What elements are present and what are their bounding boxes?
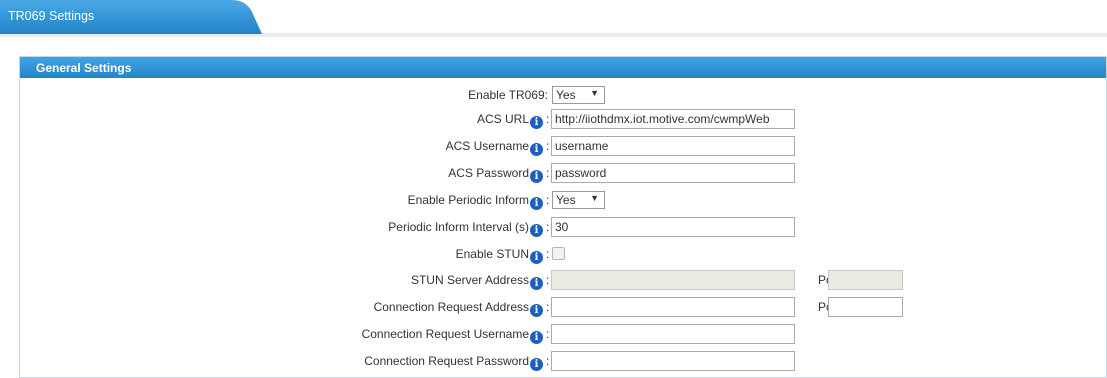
- row-connection-request-password: Connection Request Password i :: [20, 349, 1106, 375]
- row-enable-stun: Enable STUN i :: [20, 242, 1106, 268]
- connection-request-password-label: Connection Request Password i: [364, 354, 543, 371]
- enable-periodic-inform-value: Yes: [556, 193, 576, 207]
- row-enable-periodic-inform: Enable Periodic Inform i : Yes ▼: [20, 188, 1106, 214]
- connection-request-username-label: Connection Request Username i: [362, 327, 543, 344]
- info-icon[interactable]: i: [530, 251, 543, 264]
- colon: :: [546, 273, 550, 287]
- row-connection-request-username: Connection Request Username i :: [20, 322, 1106, 348]
- colon: :: [546, 247, 550, 261]
- info-icon[interactable]: i: [530, 224, 543, 237]
- enable-tr069-label: Enable TR069:: [468, 88, 548, 102]
- stun-port-input[interactable]: [828, 270, 903, 290]
- row-periodic-inform-interval: Periodic Inform Interval (s) i :: [20, 215, 1106, 241]
- stun-server-address-label-text: STUN Server Address: [410, 273, 529, 287]
- info-icon[interactable]: i: [530, 170, 543, 183]
- enable-periodic-inform-select[interactable]: Yes ▼: [552, 191, 605, 209]
- general-settings-panel: General Settings Enable TR069: Yes ▼ ACS…: [19, 56, 1107, 378]
- row-acs-password: ACS Password i :: [20, 161, 1106, 187]
- row-connection-request-address: Connection Request Addressi : Port:: [20, 295, 1106, 321]
- colon: :: [546, 354, 550, 368]
- colon: :: [546, 193, 550, 207]
- info-icon[interactable]: i: [530, 358, 543, 371]
- panel-title: General Settings: [36, 61, 132, 75]
- colon: :: [546, 139, 550, 153]
- colon: :: [546, 112, 550, 126]
- info-icon[interactable]: i: [530, 277, 543, 290]
- info-icon[interactable]: i: [530, 116, 543, 129]
- panel-header: General Settings: [20, 57, 1106, 78]
- acs-username-label: ACS Username i: [446, 139, 543, 156]
- enable-periodic-inform-label-text: Enable Periodic Inform: [407, 193, 529, 207]
- connection-request-password-label-text: Connection Request Password: [364, 354, 529, 368]
- enable-stun-label-text: Enable STUN: [455, 247, 529, 261]
- row-enable-tr069: Enable TR069: Yes ▼: [20, 83, 1106, 109]
- row-acs-url: ACS URL i :: [20, 107, 1106, 133]
- connection-request-password-input[interactable]: [551, 351, 795, 371]
- periodic-inform-interval-label: Periodic Inform Interval (s) i: [388, 220, 543, 237]
- connection-request-address-label-text: Connection Request Address: [373, 300, 529, 314]
- chevron-down-icon: ▼: [590, 88, 599, 98]
- acs-url-label-text: ACS URL: [476, 112, 529, 126]
- stun-server-address-input[interactable]: [551, 270, 795, 290]
- acs-username-label-text: ACS Username: [445, 139, 529, 153]
- colon: :: [546, 220, 550, 234]
- info-icon[interactable]: i: [530, 331, 543, 344]
- enable-stun-label: Enable STUN i: [456, 247, 543, 264]
- acs-password-input[interactable]: [551, 163, 795, 183]
- tab-label: TR069 Settings: [8, 9, 95, 23]
- stun-server-address-label: STUN Server Address i: [411, 273, 543, 290]
- connection-request-username-label-text: Connection Request Username: [361, 327, 529, 341]
- tab-bar: TR069 Settings: [0, 0, 1107, 37]
- acs-password-label: ACS Password i: [448, 166, 543, 183]
- row-acs-username: ACS Username i :: [20, 134, 1106, 160]
- acs-url-label: ACS URL i: [477, 112, 543, 129]
- enable-periodic-inform-label: Enable Periodic Inform i: [408, 193, 543, 210]
- colon: :: [546, 300, 550, 314]
- enable-tr069-select[interactable]: Yes ▼: [552, 86, 605, 104]
- row-stun-server-address: STUN Server Addressi : Port:: [20, 268, 1106, 294]
- acs-username-input[interactable]: [551, 136, 795, 156]
- periodic-inform-interval-label-text: Periodic Inform Interval (s): [388, 220, 529, 234]
- info-icon[interactable]: i: [530, 304, 543, 317]
- acs-password-label-text: ACS Password: [448, 166, 529, 180]
- info-icon[interactable]: i: [530, 143, 543, 156]
- connection-request-port-input[interactable]: [828, 297, 903, 317]
- chevron-down-icon: ▼: [590, 193, 599, 203]
- connection-request-username-input[interactable]: [551, 324, 795, 344]
- periodic-inform-interval-input[interactable]: [551, 217, 795, 237]
- tab-tr069-settings[interactable]: TR069 Settings: [0, 0, 268, 34]
- enable-tr069-value: Yes: [556, 88, 576, 102]
- colon: :: [546, 327, 550, 341]
- colon: :: [546, 166, 550, 180]
- acs-url-input[interactable]: [551, 109, 795, 129]
- info-icon[interactable]: i: [530, 197, 543, 210]
- enable-stun-checkbox[interactable]: [552, 247, 565, 260]
- connection-request-address-label: Connection Request Address i: [374, 300, 543, 317]
- connection-request-address-input[interactable]: [551, 297, 795, 317]
